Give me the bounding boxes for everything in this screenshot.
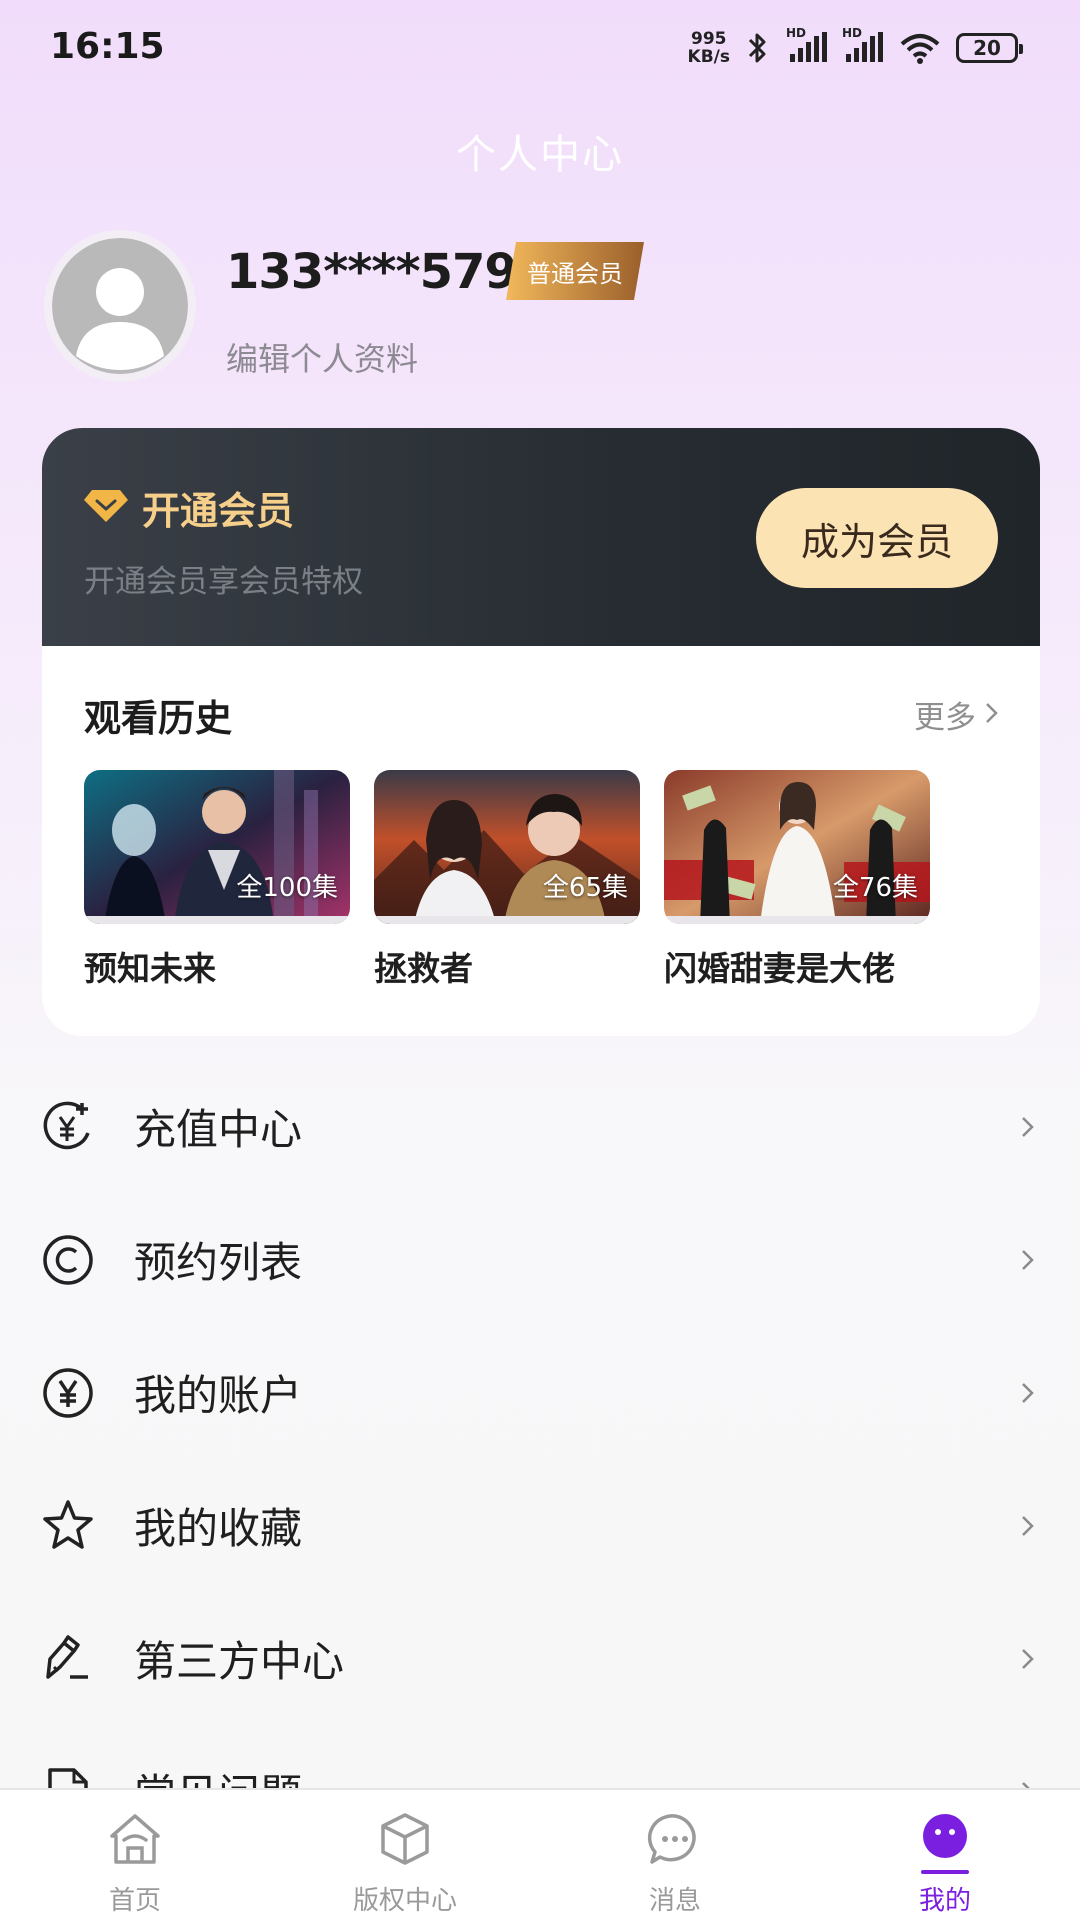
tab-copyright-center[interactable]: 版权中心 [270,1790,540,1920]
yuan-icon [40,1365,96,1421]
history-more-link[interactable]: 更多 [914,692,1000,737]
tab-label: 版权中心 [352,1886,457,1916]
history-thumbnail[interactable]: 全100集 [84,770,350,924]
active-tab-indicator [921,1870,969,1874]
member-level-badge: 普通会员 [506,242,644,300]
menu-list: 充值中心 预约列表 我的账户 我的收藏 第三方中心 [0,1060,1080,1858]
default-avatar-icon [52,238,188,374]
vip-card: 开通会员 开通会员享会员特权 成为会员 [42,428,1040,646]
box-icon [376,1810,434,1868]
menu-label: 充值中心 [134,1105,303,1154]
diamond-icon [84,488,128,528]
signal-icon-2: HD [842,26,884,66]
watch-history-title: 观看历史 [84,697,232,740]
chat-icon [646,1810,704,1868]
home-icon [106,1810,164,1868]
history-item[interactable]: 全65集 拯救者 [374,770,640,990]
history-item-title: 预知未来 [84,949,216,988]
signal-icon-1: HD [786,26,828,66]
episode-count: 全65集 [542,873,628,903]
menu-item-reservation-list[interactable]: 预约列表 [0,1193,1080,1326]
history-item-title: 拯救者 [374,949,473,988]
menu-label: 我的账户 [134,1371,303,1420]
chevron-right-icon [1016,1115,1040,1139]
vip-subtitle: 开通会员享会员特权 [84,564,363,600]
page-title: 个人中心 [456,132,624,178]
episode-count: 全100集 [236,873,338,903]
history-thumbnail[interactable]: 全76集 [664,770,930,924]
menu-item-my-favorites[interactable]: 我的收藏 [0,1459,1080,1592]
menu-item-my-account[interactable]: 我的账户 [0,1326,1080,1459]
edit-profile-link[interactable]: 编辑个人资料 [226,334,418,380]
tab-home[interactable]: 首页 [0,1790,270,1920]
tab-label: 消息 [648,1886,701,1916]
menu-label: 我的收藏 [134,1504,303,1553]
menu-item-third-party-center[interactable]: 第三方中心 [0,1592,1080,1725]
network-speed-unit: KB/s [687,47,730,67]
battery-indicator: 20 [956,33,1023,63]
tab-messages[interactable]: 消息 [540,1790,810,1920]
tab-label: 首页 [108,1886,161,1916]
profile-face-icon [916,1810,974,1868]
username: 133****5799 [226,244,550,300]
wifi-icon [898,30,942,66]
history-item[interactable]: 全100集 预知未来 [84,770,350,990]
network-speed: 995 KB/s [688,30,730,66]
chevron-right-icon [1016,1514,1040,1538]
history-thumbnail[interactable]: 全65集 [374,770,640,924]
tab-mine[interactable]: 我的 [810,1790,1080,1920]
status-icons: 995 KB/s HD HD 20 [688,26,1023,70]
avatar[interactable] [44,230,196,382]
chevron-right-icon [1016,1248,1040,1272]
status-time: 16:15 [50,26,165,67]
vip-title-row: 开通会员 [84,480,294,535]
network-speed-value: 995 [691,29,727,49]
status-bar: 16:15 995 KB/s HD HD 20 [0,0,1080,96]
menu-label: 预约列表 [134,1238,303,1287]
star-icon [40,1498,96,1554]
watch-history-card: 观看历史 更多 全100集 预知未来 全65集 拯救者 全76集 闪婚甜妻是大佬 [42,646,1040,1036]
chevron-right-icon [1016,1381,1040,1405]
chevron-right-icon [984,697,1000,733]
menu-item-recharge-center[interactable]: 充值中心 [0,1060,1080,1193]
history-more-label: 更多 [914,700,976,736]
bottom-tab-bar: 首页 版权中心 消息 我的 [0,1788,1080,1920]
pen-icon [40,1631,96,1687]
copyright-icon [40,1232,96,1288]
recharge-icon [40,1099,96,1155]
history-item-title: 闪婚甜妻是大佬 [664,949,895,988]
tab-label: 我的 [918,1886,971,1916]
vip-title: 开通会员 [142,489,295,533]
chevron-right-icon [1016,1647,1040,1671]
history-item[interactable]: 全76集 闪婚甜妻是大佬 [664,770,930,990]
become-member-button[interactable]: 成为会员 [756,488,998,588]
episode-count: 全76集 [832,873,918,903]
bluetooth-icon [744,30,772,66]
menu-label: 第三方中心 [134,1637,345,1686]
